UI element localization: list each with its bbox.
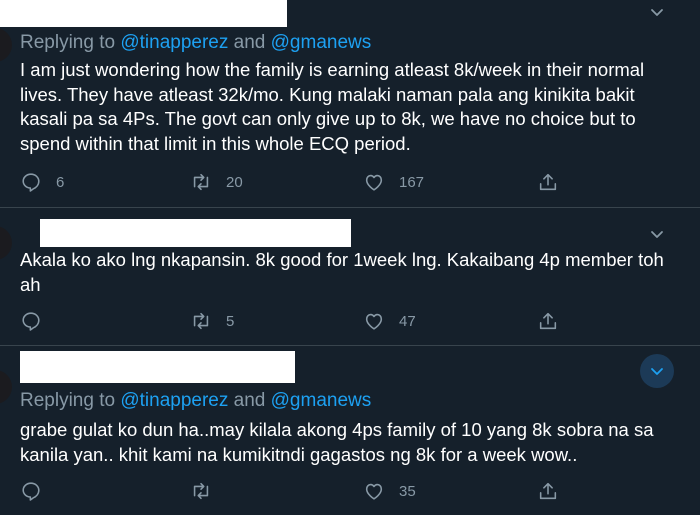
retweet-button[interactable]: 20 <box>190 169 243 195</box>
reply-button[interactable] <box>20 308 56 334</box>
reply-button[interactable] <box>20 478 56 504</box>
tweet-3[interactable]: Replying to @tinapperez and @gmanews gra… <box>0 346 700 515</box>
chevron-down-icon <box>651 231 663 238</box>
reply-icon <box>22 482 40 501</box>
retweet-count: 5 <box>226 312 235 330</box>
tweet-actions: 6 20 167 <box>0 169 700 195</box>
reply-icon <box>22 312 40 331</box>
replying-to: Replying to @tinapperez and @gmanews <box>20 390 371 412</box>
retweet-button[interactable] <box>190 478 226 504</box>
mention-link[interactable]: @gmanews <box>271 32 372 53</box>
share-icon <box>539 173 557 191</box>
tweet-actions: 5 47 <box>0 308 700 334</box>
retweet-icon <box>193 482 209 500</box>
redacted-author-name <box>40 219 351 247</box>
tweet-1[interactable]: Replying to @tinapperez and @gmanews I a… <box>0 0 700 207</box>
share-button[interactable] <box>537 308 559 334</box>
chevron-down-icon <box>651 368 663 375</box>
replying-to-prefix: Replying to <box>20 390 116 411</box>
like-icon <box>365 174 383 191</box>
mention-link[interactable]: @gmanews <box>271 390 372 411</box>
tweet-2[interactable]: Akala ko ako lng nkapansin. 8k good for … <box>0 208 700 345</box>
share-button[interactable] <box>537 169 559 195</box>
share-icon <box>539 482 557 500</box>
tweet-text: grabe gulat ko dun ha..may kilala akong … <box>20 419 654 465</box>
mention-link[interactable]: @tinapperez <box>120 390 228 411</box>
like-button[interactable]: 47 <box>363 308 416 334</box>
more-options-button[interactable] <box>640 217 674 251</box>
reply-icon <box>22 173 40 192</box>
retweet-icon <box>193 312 209 330</box>
like-button[interactable]: 167 <box>363 169 424 195</box>
replying-to: Replying to @tinapperez and @gmanews <box>20 32 371 54</box>
chevron-down-icon <box>651 9 663 16</box>
replying-to-and: and <box>233 32 266 53</box>
share-button[interactable] <box>537 478 559 504</box>
like-count: 47 <box>399 312 416 330</box>
redacted-author-name <box>0 0 287 27</box>
like-button[interactable]: 35 <box>363 478 416 504</box>
more-options-button[interactable] <box>640 0 674 29</box>
like-count: 35 <box>399 482 416 500</box>
tweet-text: Akala ko ako lng nkapansin. 8k good for … <box>20 249 664 295</box>
avatar[interactable] <box>0 226 12 260</box>
replying-to-prefix: Replying to <box>20 32 116 53</box>
redacted-author-name <box>20 351 295 383</box>
reply-button[interactable]: 6 <box>20 169 64 195</box>
more-options-button[interactable] <box>640 354 674 388</box>
tweet-actions: 35 <box>0 478 700 504</box>
retweet-button[interactable]: 5 <box>190 308 234 334</box>
retweet-count: 20 <box>226 173 243 191</box>
like-icon <box>365 483 383 500</box>
replying-to-and: and <box>233 390 266 411</box>
share-icon <box>539 312 557 330</box>
tweet-text: I am just wondering how the family is ea… <box>20 59 645 154</box>
like-count: 167 <box>399 173 425 191</box>
like-icon <box>365 313 383 330</box>
reply-count: 6 <box>56 173 65 191</box>
avatar[interactable] <box>0 370 12 404</box>
mention-link[interactable]: @tinapperez <box>120 32 228 53</box>
avatar[interactable] <box>0 28 12 62</box>
retweet-icon <box>193 173 209 191</box>
